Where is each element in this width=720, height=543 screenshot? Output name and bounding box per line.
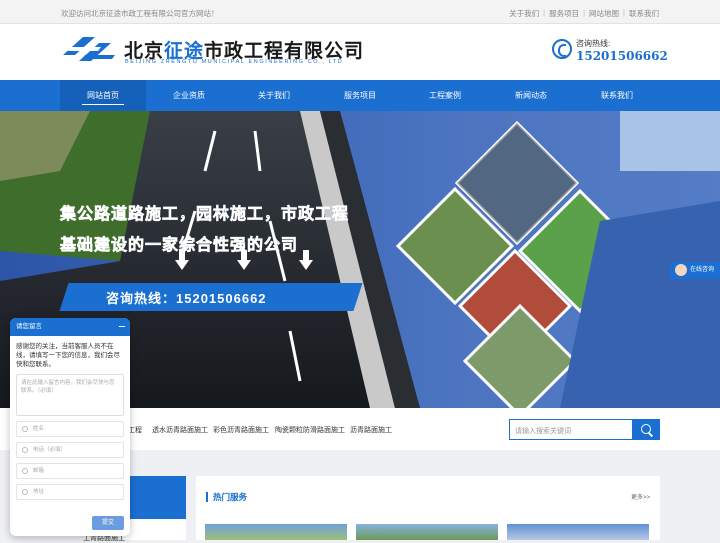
nav-home[interactable]: 网站首页: [60, 80, 146, 111]
nav-cases[interactable]: 工程案例: [402, 80, 488, 111]
hot-keyword[interactable]: 沥青路面施工: [350, 425, 392, 435]
top-link-contact[interactable]: 联系我们: [629, 8, 659, 19]
site-header: 北京征途市政工程有限公司 BEIJING ZHENGTU MUNICIPAL E…: [0, 24, 720, 80]
mail-icon: [22, 468, 28, 474]
hot-keyword[interactable]: 陶瓷颗粒防滑路面施工: [275, 425, 345, 435]
minimize-icon[interactable]: [119, 326, 125, 328]
sidebar-list: 工青路面施工: [83, 519, 186, 542]
leave-message-widget: 请您留言 感谢您的关注，当前客服人员不在线，请填写一下您的信息，我们会尽快和您联…: [10, 318, 130, 536]
banner-slogan-line1: 集公路道路施工，园林施工，市政工程: [60, 204, 350, 224]
hot-services-title: 热门服务: [206, 492, 247, 502]
name-field[interactable]: 姓名: [16, 421, 124, 437]
down-arrow-icon: [299, 250, 313, 270]
main-nav: 网站首页 企业资质 关于我们 服务项目 工程案例 新闻动态 联系我们: [0, 80, 720, 111]
chat-title: 请您留言: [16, 323, 42, 330]
top-link-about[interactable]: 关于我们: [509, 8, 539, 19]
phone-icon: [22, 447, 28, 453]
user-icon: [22, 426, 28, 432]
service-thumbnail[interactable]: [205, 524, 347, 540]
down-arrow-icon: [175, 250, 189, 270]
top-link-services[interactable]: 服务项目: [549, 8, 579, 19]
chat-header: 请您留言: [10, 318, 130, 336]
hot-keyword[interactable]: 彩色沥青路面施工: [213, 425, 269, 435]
search-button[interactable]: [633, 419, 660, 440]
chat-message: 感谢您的关注，当前客服人员不在线，请填写一下您的信息，我们会尽快和您联系。: [16, 343, 120, 368]
nav-contact[interactable]: 联系我们: [574, 80, 660, 111]
online-consult-tab[interactable]: 在线咨询: [670, 262, 720, 279]
phone-number: 15201506662: [576, 49, 668, 63]
submit-button[interactable]: 提交: [92, 516, 124, 530]
hot-keyword[interactable]: 透水沥青路面施工: [152, 425, 208, 435]
banner-hotline: 咨询热线：15201506662: [106, 291, 267, 306]
service-thumbnail[interactable]: [507, 524, 649, 540]
phone-icon: [552, 39, 572, 59]
nav-about[interactable]: 关于我们: [231, 80, 317, 111]
service-thumbnail[interactable]: [356, 524, 498, 540]
nav-qualification[interactable]: 企业资质: [146, 80, 232, 111]
address-field[interactable]: 地址: [16, 484, 124, 500]
phone-field[interactable]: 电话（必填）: [16, 442, 124, 458]
company-logo[interactable]: [61, 33, 117, 65]
phone-label: 咨询热线:: [576, 39, 611, 48]
welcome-text: 欢迎访问北京征途市政工程有限公司官方网站！: [61, 9, 219, 18]
top-links: 关于我们 | 服务项目 | 网站地图 | 联系我们: [509, 8, 659, 19]
nav-news[interactable]: 新闻动态: [488, 80, 574, 111]
sidebar-header: [123, 476, 186, 519]
hot-services-panel: 热门服务 更多>>: [196, 476, 660, 540]
location-icon: [22, 489, 28, 495]
top-bar: 欢迎访问北京征途市政工程有限公司官方网站！ 关于我们 | 服务项目 | 网站地图 | …: [0, 0, 720, 24]
company-name-en: BEIJING ZHENGTU MUNICIPAL ENGINEERING CO…: [125, 59, 344, 65]
nav-services[interactable]: 服务项目: [317, 80, 403, 111]
email-field[interactable]: 邮箱: [16, 463, 124, 479]
online-consult-label: 在线咨询: [690, 267, 715, 273]
more-link[interactable]: 更多>>: [631, 492, 650, 501]
top-link-sitemap[interactable]: 网站地图: [589, 8, 619, 19]
message-textarea[interactable]: 请在此输入留言内容，我们会尽快与您联系。（必填）: [16, 374, 124, 416]
hot-keyword[interactable]: 工程: [128, 425, 142, 435]
search-input[interactable]: 请输入搜索关键词: [509, 419, 633, 440]
down-arrow-icon: [237, 250, 251, 270]
agent-avatar-icon: [675, 264, 687, 276]
